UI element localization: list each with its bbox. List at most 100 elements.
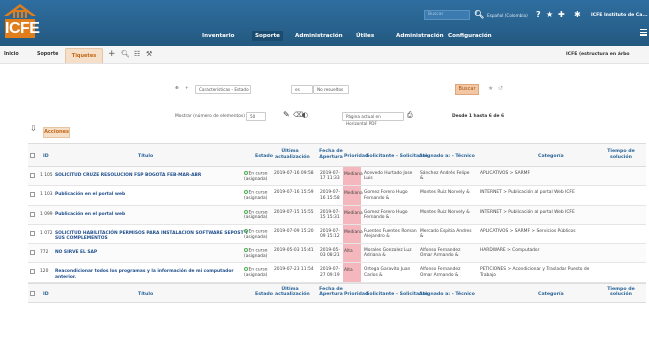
ticket-title[interactable]: NO SIRVE EL SAP [55,250,250,255]
ticket-id[interactable]: 1 105 [40,173,53,178]
criteria-add-icon[interactable]: + [185,86,189,91]
actions-button[interactable]: Acciones [43,127,70,138]
ticket-status: En curso (asignada) [244,228,272,240]
nav-configuracion[interactable]: Configuración [448,33,492,39]
table-row[interactable]: 1 072 SOLICITUD HABILITACIÓN PERMISOS PAR… [28,224,646,245]
col-status[interactable]: Estado [255,154,273,160]
table-row[interactable]: 120 Reacondicionar todos los programas y … [28,263,646,283]
show-count-select[interactable]: 50 [246,112,266,121]
nav-administracion-2[interactable]: Administración [396,33,444,39]
col-solve-time-footer[interactable]: Tiempo de solución [606,287,636,298]
row-checkbox[interactable] [30,211,35,217]
settings-icon[interactable]: ◐ [302,111,308,119]
table-row[interactable]: 772 NO SIRVE EL SAP En curso (asignada) 201… [28,244,646,264]
global-search-input[interactable]: Buscar [424,10,470,20]
search-icon[interactable]: 🔍︎ [474,10,484,20]
nav-soporte[interactable]: Soporte [252,31,283,41]
col-last-update[interactable]: Última actualización [275,149,310,160]
ticket-requester[interactable]: Ortega Garavito Juan Carlos & [364,267,418,277]
user-menu[interactable]: ICFE Instituto de Ca... [591,13,648,18]
export-select[interactable]: Página actual en Horizontal PDF [342,112,404,126]
breadcrumb-soporte[interactable]: Soporte [37,52,58,57]
col-status-footer[interactable]: Estado [255,292,273,298]
row-checkbox[interactable] [30,269,35,275]
col-priority[interactable]: Prioridad [344,154,368,160]
language-selector[interactable]: Español (Colombia) [487,13,528,18]
col-priority-footer[interactable]: Prioridad [344,292,368,298]
row-checkbox[interactable] [30,192,35,198]
help-icon[interactable]: ? [536,10,541,20]
sort-icon[interactable]: ⇩ [30,124,37,133]
col-opening-date[interactable]: Fecha de Apertura [317,149,345,160]
ticket-assigned[interactable]: Sánchez Andrés Felipe & [420,171,472,181]
ticket-title[interactable]: Publicación en el portal web [55,192,250,197]
ticket-id[interactable]: 1 099 [40,212,53,217]
row-checkbox[interactable] [30,173,35,178]
search-button[interactable]: Buscar [455,84,479,95]
tools-icon[interactable]: ⚒ [146,50,152,58]
ticket-status: En curso (asignada) [244,267,272,278]
row-checkbox[interactable] [30,230,35,236]
nav-utiles[interactable]: Útiles [356,33,374,39]
ticket-requester[interactable]: Gomez Forero Hugo Fernando & [364,190,418,200]
reset-icon[interactable]: ↺ [498,85,503,92]
col-solve-time[interactable]: Tiempo de solución [606,149,636,160]
col-category[interactable]: Categoría [538,154,564,160]
ticket-requester[interactable]: Gomez Forero Hugo Fernando & [364,210,418,220]
icfe-logo[interactable]: ICFE [3,2,40,42]
ticket-assigned[interactable]: Mercado Espitia Andres & [420,229,472,239]
col-assigned-footer[interactable]: Asignado a: - Técnico [419,292,475,298]
ticket-id[interactable]: 1 072 [40,231,53,236]
col-assigned[interactable]: Asignado a: - Técnico [419,154,475,160]
ticket-requester[interactable]: Acevedo Hurtado Jose Luis [364,171,418,181]
criteria-toggle-icon[interactable]: ⊕ [175,86,179,91]
ticket-assigned[interactable]: Alfonso Fernandez Omar Armando & [420,248,472,258]
star-icon[interactable]: ★ [546,10,553,20]
ticket-assigned[interactable]: Montes Ruiz Norvely & [420,210,472,215]
col-id-footer[interactable]: ID [43,292,49,298]
status-icon [244,248,248,253]
table-row[interactable]: 1 099 Publicación en el portal web En curs… [28,205,646,225]
ticket-requester[interactable]: Fuentes Fuentes Roman Alejandro & [364,229,418,239]
ticket-title[interactable]: Reacondicionar todos los programas y la … [55,269,250,279]
ticket-title[interactable]: SOLICITUD HABILITACIÓN PERMISOS PARA INS… [55,231,250,241]
criteria-operator-select[interactable]: es [291,85,313,94]
export-icon[interactable]: ⎙ [407,111,413,120]
save-search-icon[interactable]: ★ [488,85,493,92]
ticket-id[interactable]: 120 [40,269,48,274]
col-title-footer[interactable]: Título [138,292,153,298]
search-icon[interactable]: 🔍︎ [121,50,130,58]
add-icon[interactable]: + [108,49,116,59]
ticket-id[interactable]: 1 103 [40,192,53,197]
select-all-checkbox-footer[interactable] [30,290,35,296]
col-title[interactable]: Título [138,154,153,160]
tickets-table: ID Título Estado Última actualización Fe… [28,143,646,303]
wrench-icon[interactable]: ✎ [283,110,290,119]
table-row[interactable]: 1 103 Publicación en el portal web En curs… [28,186,646,206]
nav-inventario[interactable]: Inventario [202,33,234,39]
ticket-title[interactable]: Publicación en el portal web [55,212,250,217]
ticket-assigned[interactable]: Montes Ruiz Norvely & [420,190,472,195]
pin-icon[interactable]: ✚ [558,10,565,20]
list-icon[interactable]: ☷ [134,50,140,58]
col-id[interactable]: ID [43,154,49,160]
gear-icon[interactable]: ✱ [574,10,581,20]
criteria-field-select[interactable]: Características - Estado [195,85,251,94]
ticket-title[interactable]: SOLICITUD CRUZE RESOLUCION FSP BOGOTA FE… [55,173,250,178]
col-last-update-footer[interactable]: Última actualización [275,287,310,298]
menu-icon[interactable] [640,29,647,36]
breadcrumb-tiquetes[interactable]: Tiquetes [65,48,103,63]
ticket-requester[interactable]: Morales Gonzalez Luz Adriana & [364,248,418,258]
row-checkbox[interactable] [30,250,35,256]
select-all-checkbox[interactable] [30,153,35,158]
entity-selector[interactable]: ICFE (estructura en árbo [566,52,630,57]
status-text: En curso (asignada) [244,190,268,201]
col-category-footer[interactable]: Categoría [538,292,564,298]
criteria-value-select[interactable]: No resueltos [313,85,349,94]
ticket-id[interactable]: 772 [40,250,48,255]
col-opening-date-footer[interactable]: Fecha de Apertura [317,287,345,298]
nav-administracion[interactable]: Administración [295,33,343,39]
ticket-assigned[interactable]: Alfonso Fernandez Omar Armando & [420,267,472,277]
table-row[interactable]: 1 105 SOLICITUD CRUZE RESOLUCION FSP BOGO… [28,167,646,187]
breadcrumb-inicio[interactable]: Inicio [4,52,19,57]
